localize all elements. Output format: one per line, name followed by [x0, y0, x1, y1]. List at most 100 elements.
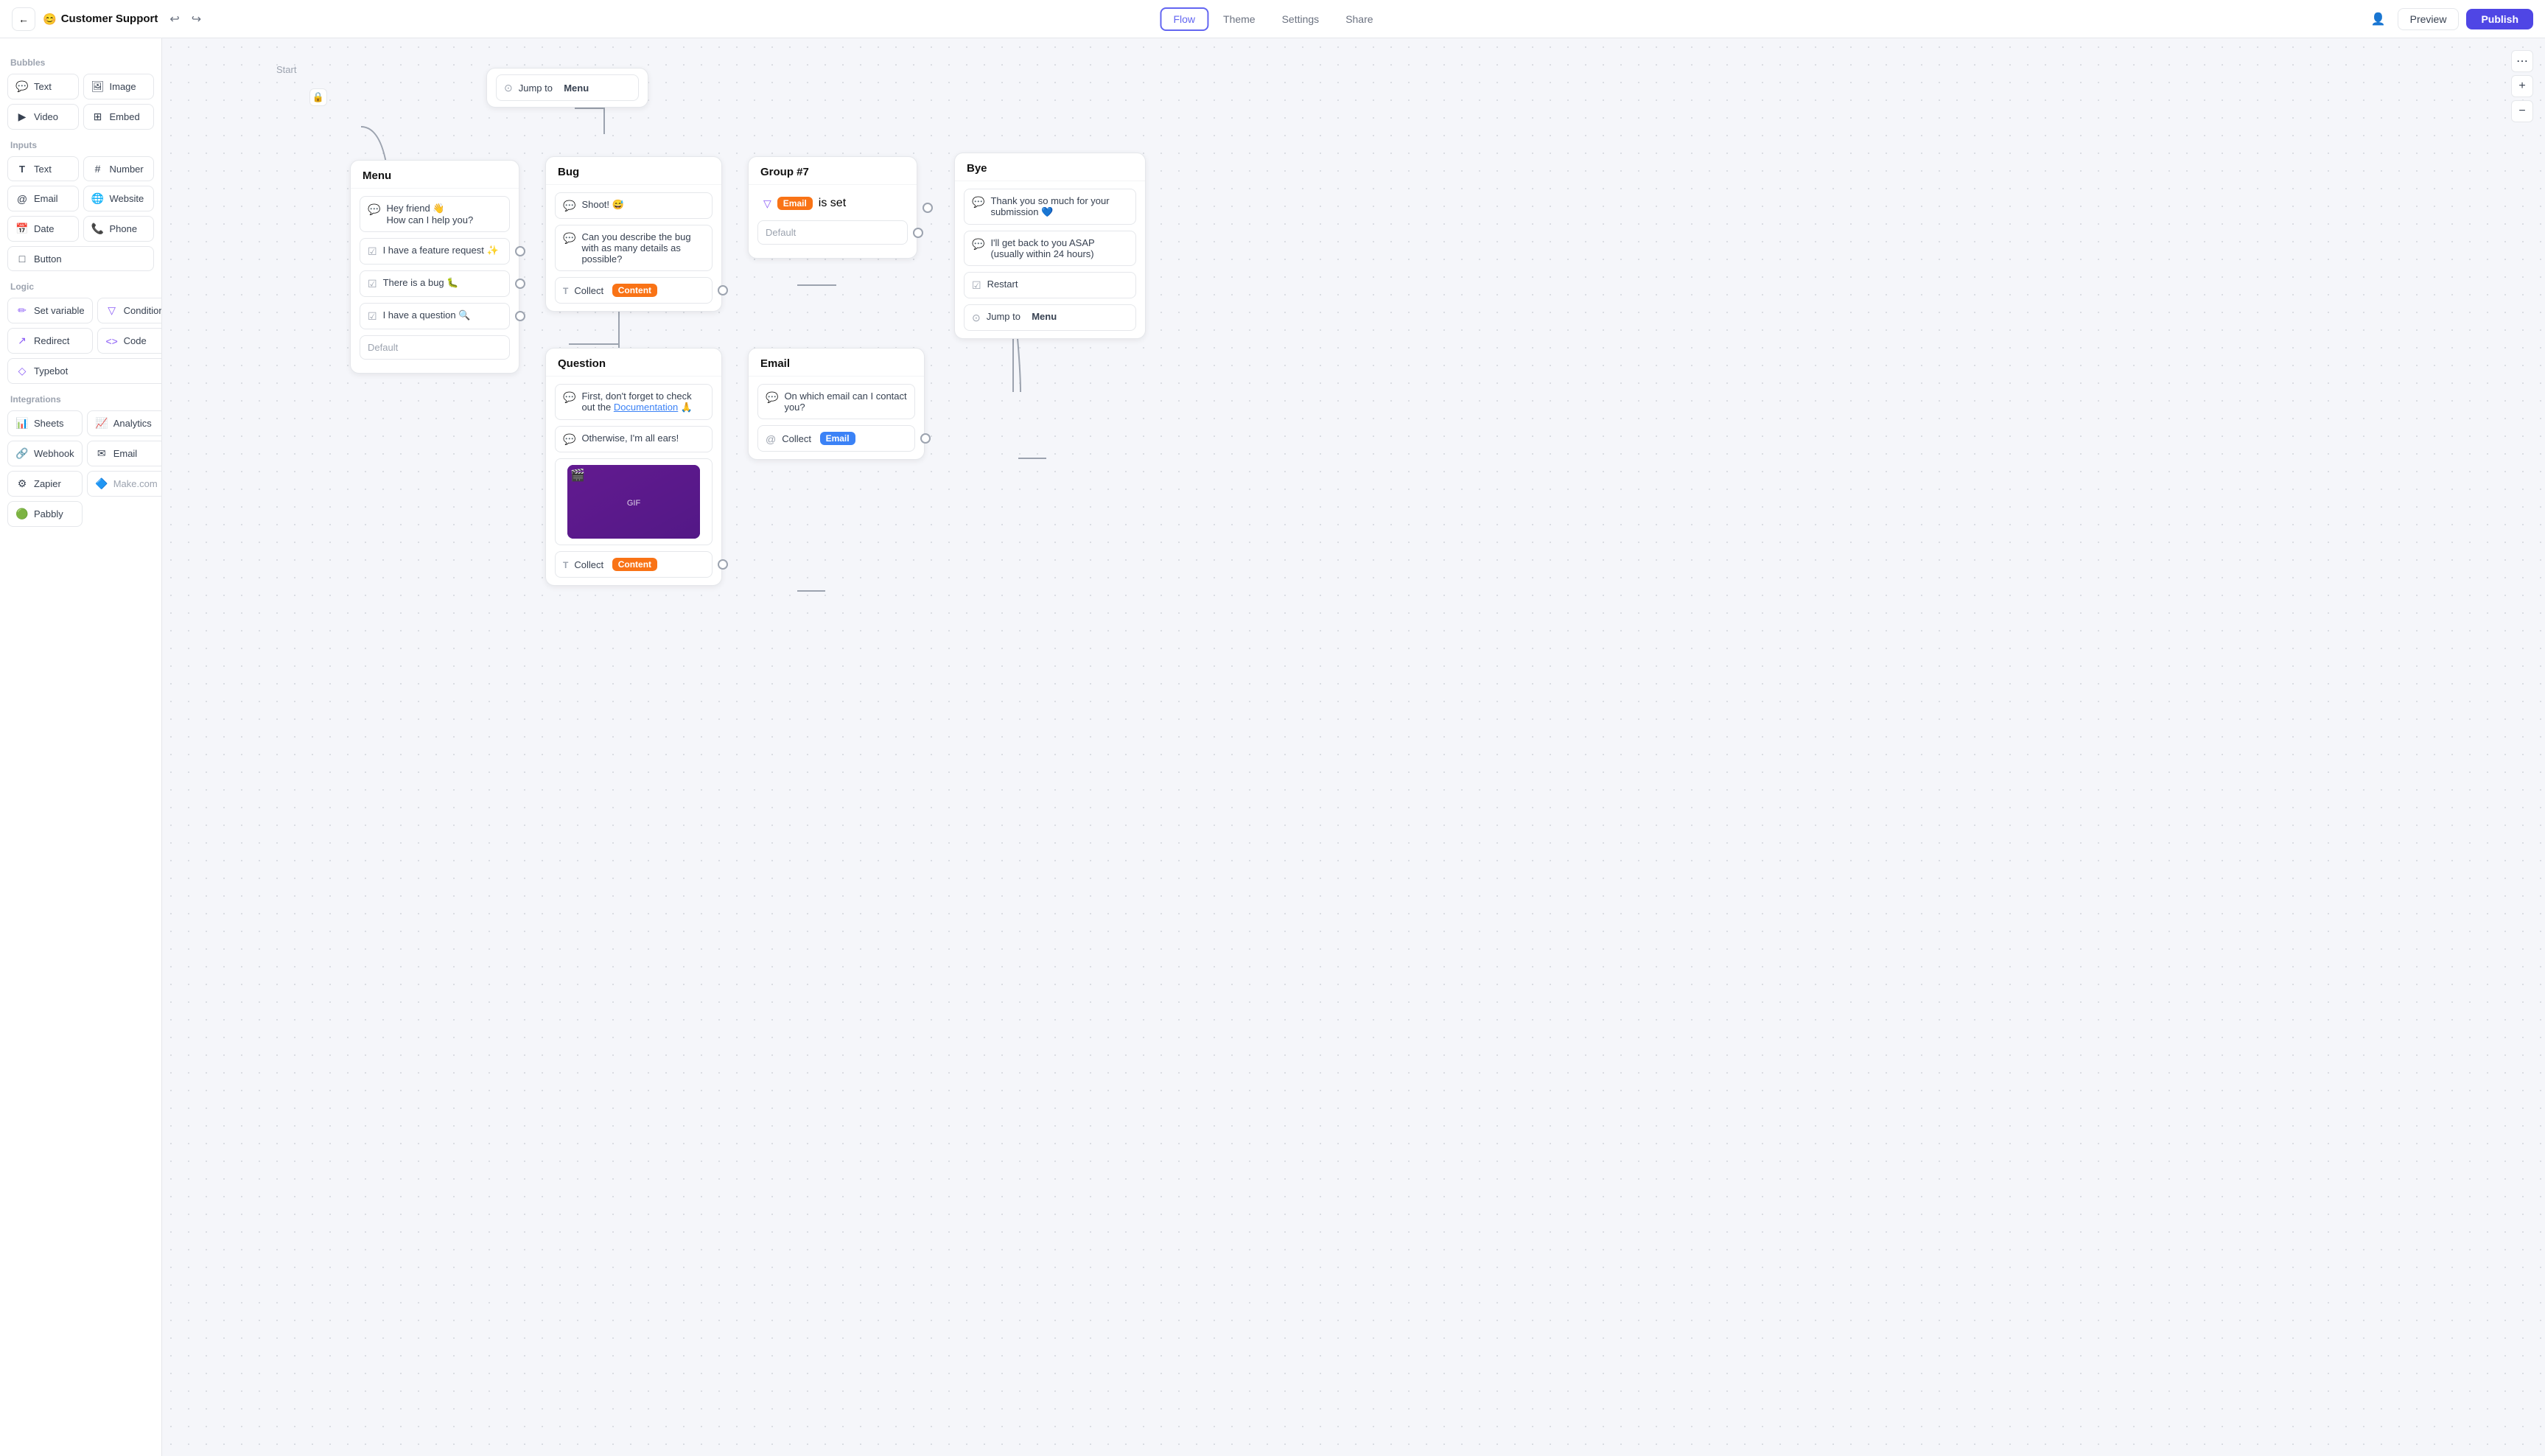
menu-option-3-text: I have a question 🔍	[383, 309, 471, 321]
bye-node[interactable]: Bye 💬 Thank you so much for your submiss…	[954, 153, 1146, 339]
sidebar-item-text-bubble[interactable]: 💬 Text	[7, 74, 79, 99]
tab-flow[interactable]: Flow	[1160, 7, 1208, 31]
tab-settings[interactable]: Settings	[1270, 9, 1331, 29]
bug-text-2: Can you describe the bug with as many de…	[581, 231, 704, 265]
menu-option-1-text: I have a feature request ✨	[383, 245, 499, 256]
sidebar-item-button[interactable]: □ Button	[7, 246, 154, 271]
bubble-icon-q1: 💬	[563, 391, 575, 404]
bye-row-2: 💬 I'll get back to you ASAP (usually wit…	[964, 231, 1136, 266]
flow-canvas[interactable]: Start 🔒 ⊙ Jump to Menu Menu 💬 Hey friend…	[162, 38, 2545, 1456]
bug-node[interactable]: Bug 💬 Shoot! 😅 💬 Can you describe the bu…	[545, 156, 722, 312]
sidebar-item-typebot[interactable]: ◇ Typebot	[7, 358, 162, 384]
group7-condition-row: ▽ Email is set	[757, 192, 908, 214]
more-options-button[interactable]: ⋯	[2511, 50, 2533, 72]
phone-icon: 📞	[91, 223, 105, 235]
button-label: Button	[34, 253, 62, 265]
question-node[interactable]: Question 💬 First, don't forget to check …	[545, 348, 722, 586]
makecom-icon: 🔷	[95, 477, 108, 490]
group7-default-row: Default	[757, 220, 908, 245]
back-button[interactable]: ←	[12, 7, 35, 31]
bubble-icon-bug1: 💬	[563, 200, 575, 212]
embed-icon: ⊞	[91, 111, 105, 123]
bye-row-1: 💬 Thank you so much for your submission …	[964, 189, 1136, 225]
sheets-icon: 📊	[15, 417, 29, 430]
email-label: Email	[34, 193, 58, 204]
bug-text-1: Shoot! 😅	[581, 199, 623, 211]
menu-option-2-row: ☑ There is a bug 🐛	[360, 270, 510, 297]
sidebar-item-text-input[interactable]: T Text	[7, 156, 79, 181]
sidebar-item-code[interactable]: <> Code	[97, 328, 162, 354]
email-integration-label: Email	[113, 448, 138, 459]
sidebar-item-phone[interactable]: 📞 Phone	[83, 216, 155, 242]
question-row-1: 💬 First, don't forget to check out the D…	[555, 384, 713, 420]
webhook-icon: 🔗	[15, 447, 29, 460]
checkbox-icon-2: ☑	[368, 278, 377, 290]
sidebar-item-sheets[interactable]: 📊 Sheets	[7, 410, 83, 436]
email-collect-tag: Email	[820, 432, 855, 445]
sidebar-item-pabbly[interactable]: 🟢 Pabbly	[7, 501, 83, 527]
bye-text-1: Thank you so much for your submission 💙	[990, 195, 1128, 218]
bug-collect-connector	[718, 285, 728, 295]
email-integration-icon: ✉	[95, 447, 108, 460]
sidebar-item-makecom[interactable]: 🔷 Make.com	[87, 471, 162, 497]
bubble-icon-bye2: 💬	[972, 238, 984, 251]
sidebar-item-analytics[interactable]: 📈 Analytics	[87, 410, 162, 436]
preview-button[interactable]: Preview	[2398, 8, 2460, 30]
sidebar-item-set-variable[interactable]: ✏ Set variable	[7, 298, 93, 323]
zoom-in-button[interactable]: +	[2511, 75, 2533, 97]
sidebar-item-redirect[interactable]: ↗ Redirect	[7, 328, 93, 354]
menu-node[interactable]: Menu 💬 Hey friend 👋How can I help you? ☑…	[350, 160, 519, 374]
bye-text-2: I'll get back to you ASAP (usually withi…	[990, 237, 1128, 259]
bot-title: 😊 Customer Support	[43, 13, 158, 26]
tab-share[interactable]: Share	[1334, 9, 1384, 29]
email-text-1: On which email can I contact you?	[784, 391, 907, 413]
analytics-label: Analytics	[113, 418, 152, 429]
undo-button[interactable]: ↩	[165, 9, 183, 29]
analytics-icon: 📈	[95, 417, 108, 430]
sidebar-item-webhook[interactable]: 🔗 Webhook	[7, 441, 83, 466]
tab-theme[interactable]: Theme	[1211, 9, 1267, 29]
collect-icon-email: @	[766, 433, 776, 445]
sidebar-item-website[interactable]: 🌐 Website	[83, 186, 155, 211]
share-users-icon[interactable]: 👤	[2367, 7, 2390, 31]
sidebar-item-date[interactable]: 📅 Date	[7, 216, 79, 242]
text-input-icon: T	[15, 164, 29, 175]
text-bubble-icon: 💬	[15, 80, 29, 93]
integrations-grid: 📊 Sheets 📈 Analytics 🔗 Webhook ✉ Email ⚙…	[7, 410, 154, 527]
sidebar-item-email[interactable]: @ Email	[7, 186, 79, 211]
question-content-tag: Content	[612, 558, 657, 571]
sidebar-item-embed[interactable]: ⊞ Embed	[83, 104, 155, 130]
jump-to-menu-top-node[interactable]: ⊙ Jump to Menu	[486, 68, 648, 108]
collect-icon-q: T	[563, 560, 568, 570]
sidebar-item-zapier[interactable]: ⚙ Zapier	[7, 471, 83, 497]
video-label: Video	[34, 111, 58, 122]
documentation-link[interactable]: Documentation	[614, 402, 678, 413]
email-node-title: Email	[749, 349, 924, 377]
sidebar-item-condition[interactable]: ▽ Condition	[97, 298, 162, 323]
checkbox-icon-3: ☑	[368, 310, 377, 323]
sidebar-item-image[interactable]: 🖼 Image	[83, 74, 155, 99]
embed-label: Embed	[110, 111, 140, 122]
redo-button[interactable]: ↪	[187, 9, 206, 29]
bye-jumpto-label: Jump to	[987, 311, 1026, 322]
sidebar-item-number[interactable]: # Number	[83, 156, 155, 181]
bug-collect-row: T Collect Content	[555, 277, 713, 304]
bug-node-title: Bug	[546, 157, 721, 185]
email-node[interactable]: Email 💬 On which email can I contact you…	[748, 348, 925, 460]
publish-button[interactable]: Publish	[2466, 9, 2533, 29]
zoom-out-button[interactable]: −	[2511, 100, 2533, 122]
menu-option-2-connector	[515, 279, 525, 289]
typebot-icon: ◇	[15, 365, 29, 377]
zapier-icon: ⚙	[15, 477, 29, 490]
sidebar-item-video[interactable]: ▶ Video	[7, 104, 79, 130]
filter-icon: ▽	[763, 197, 771, 210]
inputs-section-title: Inputs	[10, 140, 154, 150]
back-icon: ←	[18, 13, 29, 25]
topnav-actions: 👤 Preview Publish	[2367, 7, 2533, 31]
image-icon: 🖼	[91, 80, 105, 93]
inputs-grid: T Text # Number @ Email 🌐 Website 📅 Date…	[7, 156, 154, 271]
group7-node[interactable]: Group #7 ▽ Email is set Default	[748, 156, 917, 259]
code-label: Code	[124, 335, 147, 346]
sidebar-item-email-integration[interactable]: ✉ Email	[87, 441, 162, 466]
sheets-label: Sheets	[34, 418, 63, 429]
